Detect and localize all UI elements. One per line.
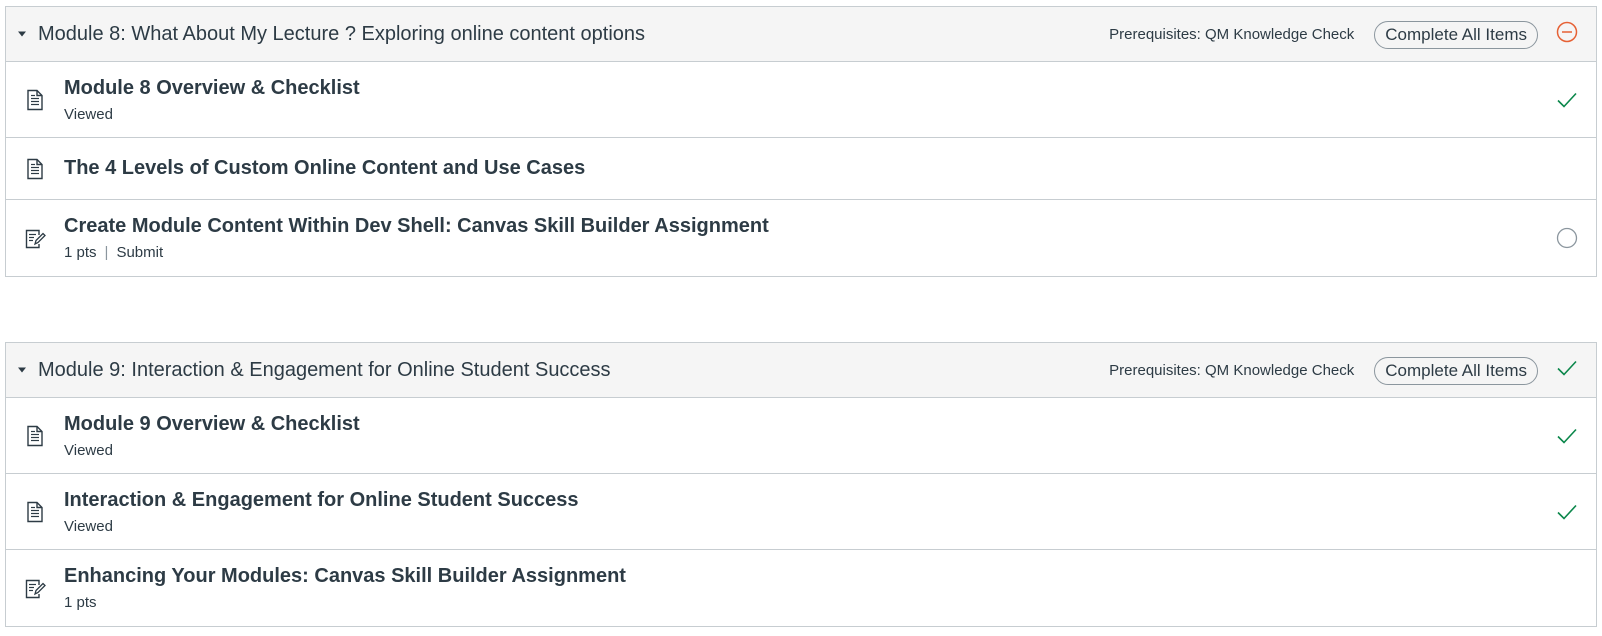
module-header: Module 8: What About My Lecture ? Explor… <box>6 7 1596 62</box>
item-title-link[interactable]: Module 9 Overview & Checklist <box>64 413 360 436</box>
empty-circle-icon <box>1538 200 1596 276</box>
viewed-status: Viewed <box>64 441 113 459</box>
module-item: Enhancing Your Modules: Canvas Skill Bui… <box>6 550 1596 626</box>
submit-requirement: Submit <box>116 244 164 261</box>
assignment-icon <box>6 577 64 599</box>
module-8: Module 8: What About My Lecture ? Explor… <box>5 6 1597 277</box>
page-icon <box>6 158 64 180</box>
module-header-actions: Prerequisites: QM Knowledge Check Comple… <box>1109 7 1596 62</box>
page-icon <box>6 501 64 523</box>
checkmark-icon <box>1538 62 1596 137</box>
module-item: The 4 Levels of Custom Online Content an… <box>6 138 1596 200</box>
page-icon <box>6 89 64 111</box>
item-title-link[interactable]: Module 8 Overview & Checklist <box>64 77 360 100</box>
item-title-link[interactable]: Interaction & Engagement for Online Stud… <box>64 489 579 512</box>
module-item: Interaction & Engagement for Online Stud… <box>6 474 1596 550</box>
module-header-actions: Prerequisites: QM Knowledge Check Comple… <box>1109 343 1596 398</box>
collapse-toggle-icon[interactable] <box>6 343 38 398</box>
points-label: 1 pts <box>64 594 97 611</box>
module-item: Module 8 Overview & Checklist Viewed <box>6 62 1596 138</box>
minus-circle-icon <box>1538 4 1596 59</box>
module-9: Module 9: Interaction & Engagement for O… <box>5 342 1597 627</box>
module-title[interactable]: Module 8: What About My Lecture ? Explor… <box>38 23 645 46</box>
viewed-status: Viewed <box>64 517 113 535</box>
item-title-link[interactable]: Enhancing Your Modules: Canvas Skill Bui… <box>64 565 626 588</box>
checkmark-icon <box>1538 398 1596 473</box>
viewed-status: Viewed <box>64 105 113 123</box>
points-label: 1 pts <box>64 244 97 261</box>
item-title-link[interactable]: Create Module Content Within Dev Shell: … <box>64 215 769 238</box>
module-title[interactable]: Module 9: Interaction & Engagement for O… <box>38 359 611 382</box>
prerequisites-label: Prerequisites: QM Knowledge Check <box>1109 362 1355 379</box>
assignment-icon <box>6 227 64 249</box>
complete-all-items-button[interactable]: Complete All Items <box>1374 20 1538 49</box>
page-icon <box>6 425 64 447</box>
module-item: Module 9 Overview & Checklist Viewed <box>6 398 1596 474</box>
checkmark-icon <box>1538 474 1596 549</box>
meta-separator: | <box>104 244 109 261</box>
prerequisites-label: Prerequisites: QM Knowledge Check <box>1109 26 1355 43</box>
module-header: Module 9: Interaction & Engagement for O… <box>6 343 1596 398</box>
checkmark-icon <box>1538 340 1596 395</box>
complete-all-items-button[interactable]: Complete All Items <box>1374 356 1538 385</box>
collapse-toggle-icon[interactable] <box>6 7 38 62</box>
module-item: Create Module Content Within Dev Shell: … <box>6 200 1596 276</box>
item-title-link[interactable]: The 4 Levels of Custom Online Content an… <box>64 157 585 180</box>
